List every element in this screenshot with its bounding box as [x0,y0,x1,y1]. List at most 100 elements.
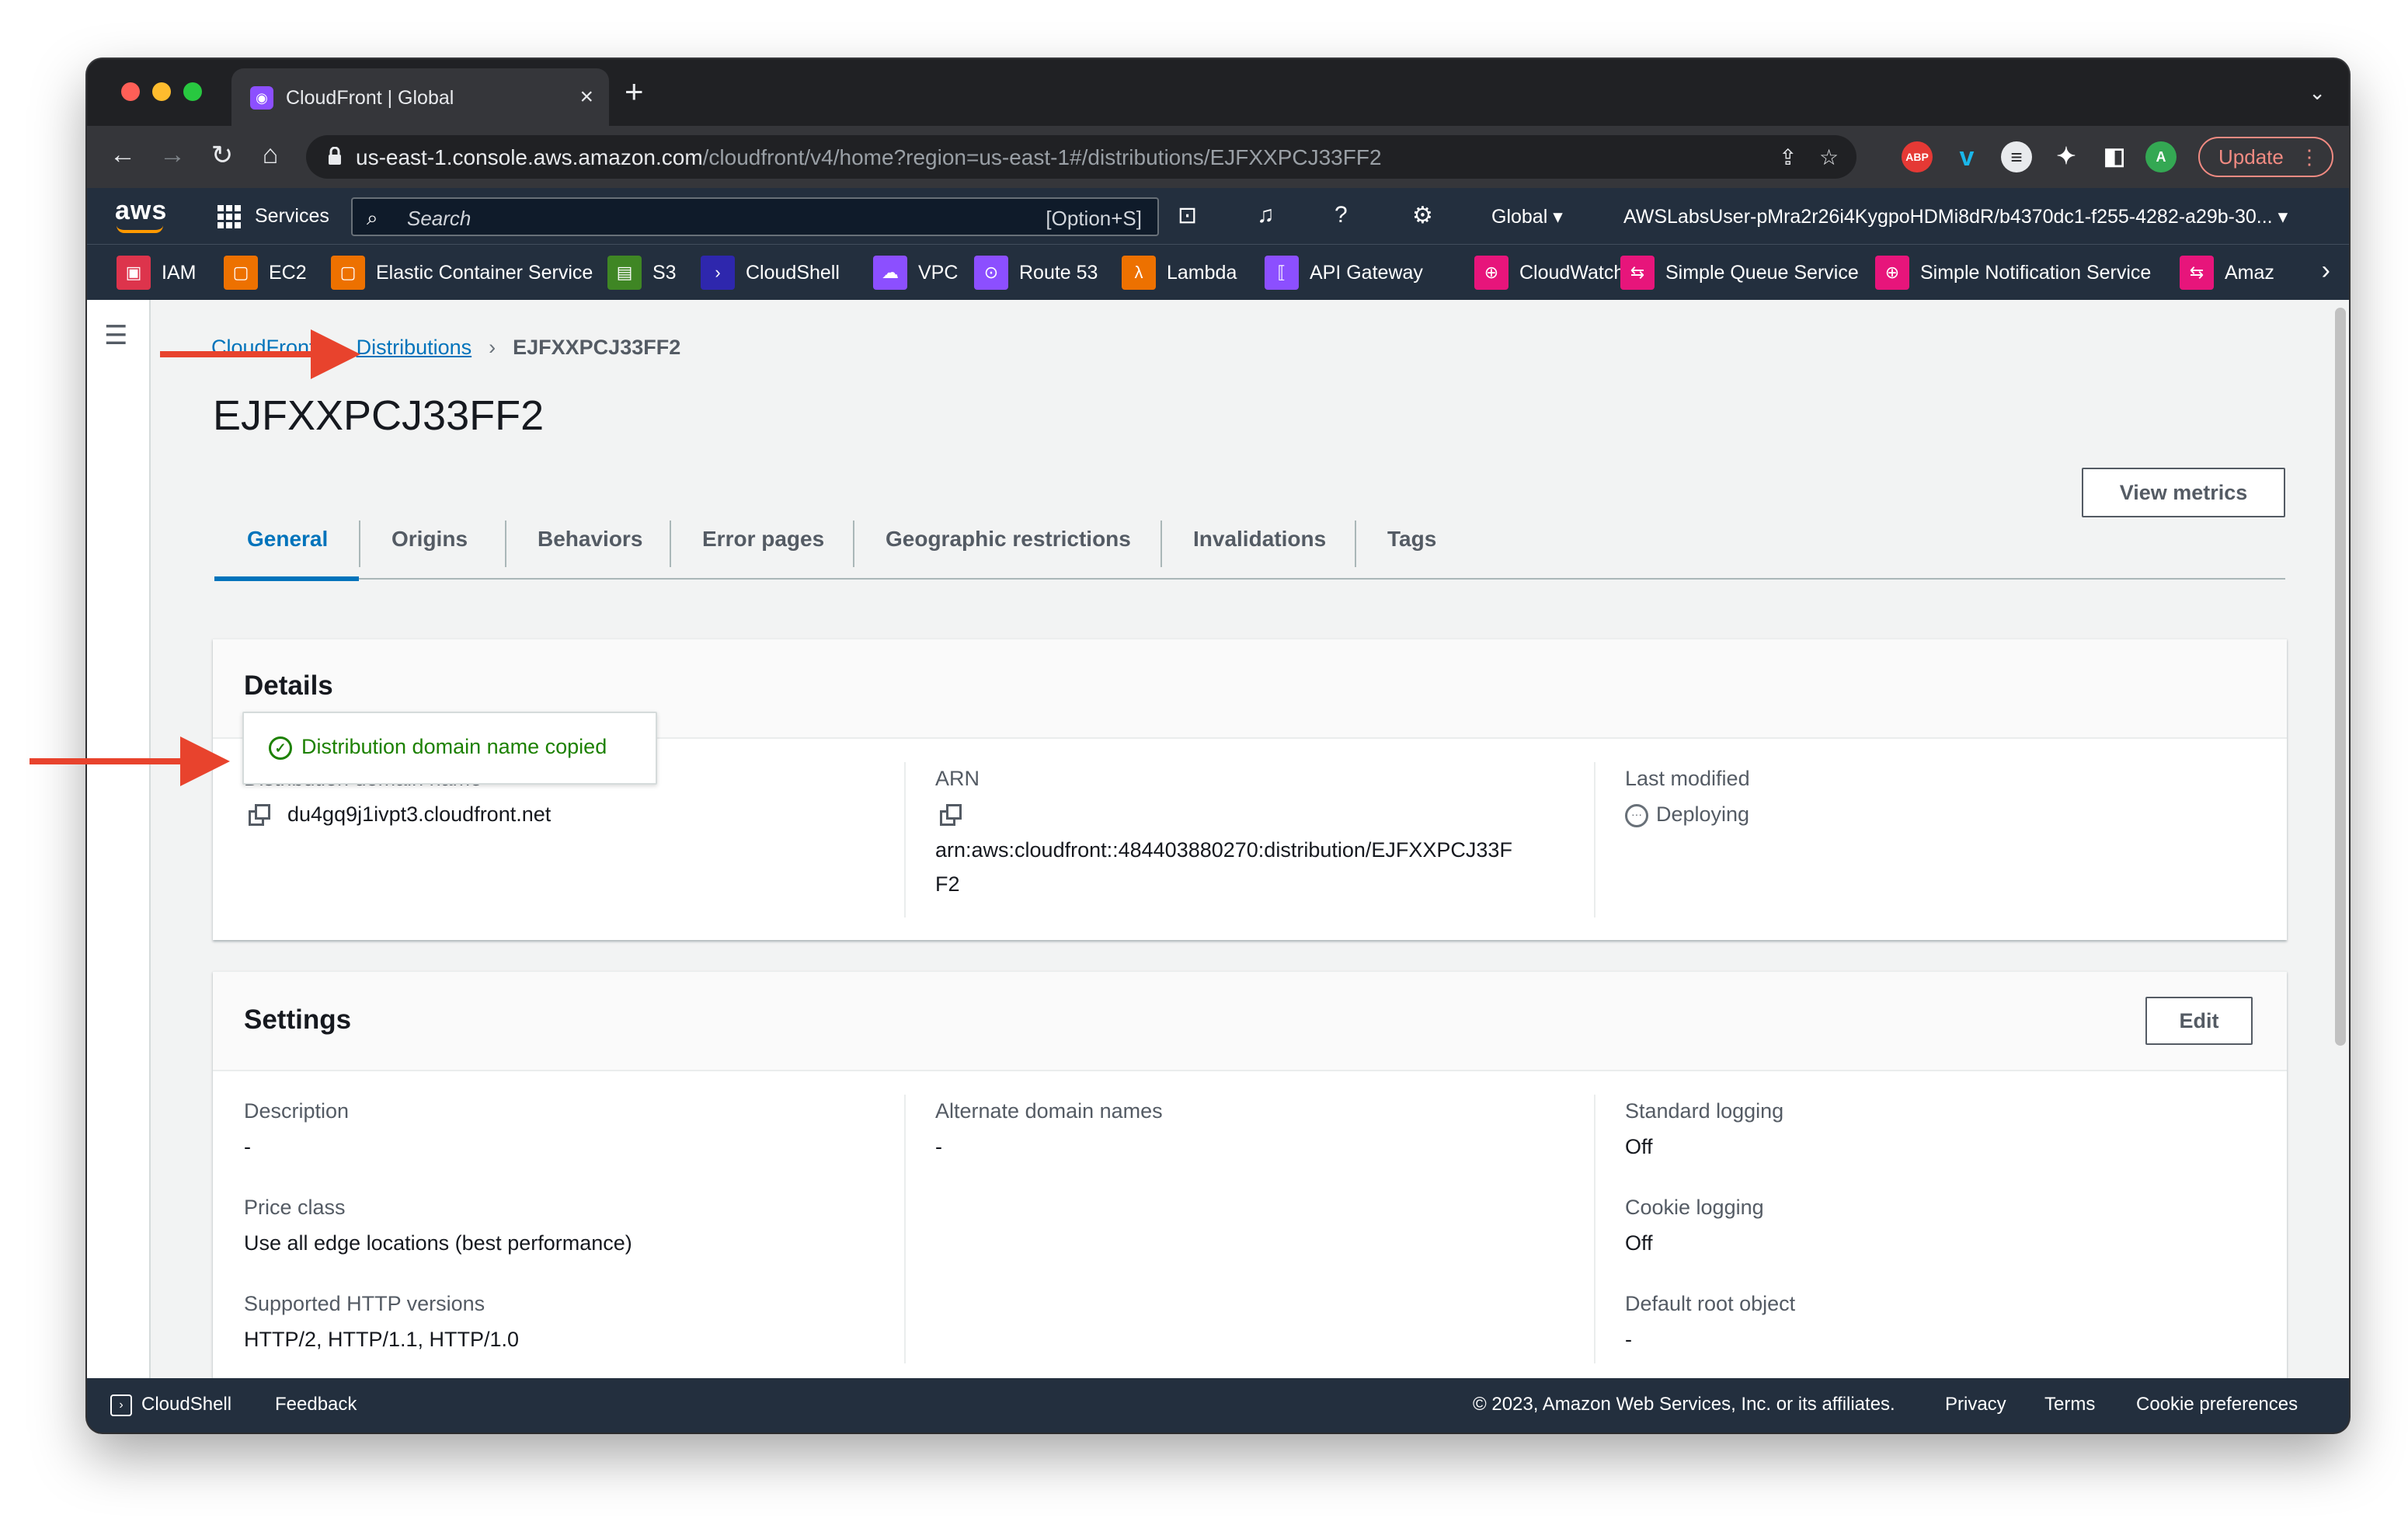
favorite-s3[interactable]: ▤ S3 [607,256,677,290]
favorite-route-53[interactable]: ⊙ Route 53 [974,256,1098,290]
favorite-label: Simple Queue Service [1665,261,1859,284]
breadcrumb-separator-icon: › [489,336,496,359]
default-root-label: Default root object [1625,1292,1796,1315]
menu-hamburger-icon[interactable]: ☰ [104,320,127,351]
help-icon[interactable]: ? [1334,202,1348,228]
window-close-button[interactable] [121,82,140,101]
edit-settings-button[interactable]: Edit [2145,997,2253,1045]
service-cloudwatch-icon: ⊕ [1474,256,1508,290]
alt-domains-value: - [935,1135,942,1158]
footer-cookie-preferences[interactable]: Cookie preferences [2136,1394,2298,1415]
favorite-label: Simple Notification Service [1920,261,2152,284]
favorite-cloudwatch[interactable]: ⊕ CloudWatch [1474,256,1624,290]
share-icon[interactable]: ⇪ [1779,144,1797,170]
adblock-extension-icon[interactable]: ABP [1902,141,1933,172]
favorite-label: Lambda [1167,261,1237,284]
tab-error-pages[interactable]: Error pages [702,527,824,552]
services-grid-icon[interactable] [217,205,241,228]
aws-logo[interactable]: aws [115,196,167,226]
page-scrollbar[interactable] [2335,308,2346,1046]
favorite-amaz[interactable]: ⇆ Amaz [2180,256,2274,290]
reload-icon[interactable]: ↻ [207,140,238,171]
notifications-bell-icon[interactable]: ♫ [1257,202,1275,228]
favorite-label: S3 [652,261,677,284]
tab-search-chevron-icon[interactable]: ⌄ [2309,81,2326,105]
favorites-bar: ▣ IAM ▢ EC2 ▢ Elastic Container Service ▤ S3 › Cl… [87,244,2349,300]
service-cloudshell-icon: › [701,256,735,290]
browser-toolbar: ← → ↻ ⌂ us-east-1.console.aws.amazon.com… [87,126,2349,188]
favorite-ec2[interactable]: ▢ EC2 [224,256,307,290]
standard-logging-value: Off [1625,1135,1653,1158]
tab-general[interactable]: General [247,527,328,552]
favorite-simple-queue-service[interactable]: ⇆ Simple Queue Service [1620,256,1859,290]
copy-arn-icon[interactable] [940,804,962,826]
arn-value-line-1: arn:aws:cloudfront::484403880270:distrib… [935,838,1512,862]
service-s3-icon: ▤ [607,256,642,290]
home-icon[interactable]: ⌂ [255,140,286,170]
copy-domain-icon[interactable] [249,804,270,826]
favorites-more-chevron-icon[interactable]: › [2322,256,2330,286]
favorite-cloudshell[interactable]: › CloudShell [701,256,840,290]
extensions-puzzle-icon[interactable]: ✦ [2051,141,2082,172]
favorite-vpc[interactable]: ☁ VPC [873,256,958,290]
window-minimize-button[interactable] [152,82,171,101]
account-menu[interactable]: AWSLabsUser-pMra2r26i4KygpoHDMi8dR/b4370… [1623,205,2288,228]
copied-message: Distribution domain name copied [301,735,607,758]
tab-geographic-restrictions[interactable]: Geographic restrictions [886,527,1131,552]
breadcrumb-distributions[interactable]: Distributions [357,336,472,359]
service-simple-queue-service-icon: ⇆ [1620,256,1655,290]
settings-panel: Settings Edit Description - Price class … [213,971,2287,1395]
back-arrow-icon[interactable]: ← [107,140,138,170]
address-bar[interactable]: us-east-1.console.aws.amazon.com/cloudfr… [306,135,1856,179]
sidepanel-icon[interactable]: ◧ [2099,141,2130,172]
footer-copyright: © 2023, Amazon Web Services, Inc. or its… [1473,1394,1895,1415]
default-root-value: - [1625,1328,1632,1351]
tab-tags[interactable]: Tags [1387,527,1436,552]
update-button[interactable]: Update ⋮ [2198,137,2333,177]
distribution-tabs: General Origins Behaviors Error pages Ge… [214,510,2285,581]
forward-arrow-icon[interactable]: → [157,140,188,170]
tab-close-icon[interactable]: × [579,84,593,110]
footer-terms[interactable]: Terms [2044,1394,2095,1415]
bookmark-star-icon[interactable]: ☆ [1819,144,1839,170]
service-vpc-icon: ☁ [873,256,907,290]
cloudshell-icon: › [110,1394,132,1416]
tab-strip: ◉ CloudFront | Global × + ⌄ [87,59,2349,126]
window-zoom-button[interactable] [183,82,202,101]
footer-cloudshell[interactable]: › CloudShell [110,1394,231,1416]
arn-value-line-2: F2 [935,872,960,896]
region-selector[interactable]: Global ▾ [1491,205,1563,228]
browser-window: ◉ CloudFront | Global × + ⌄ ← → ↻ ⌂ us-e… [87,59,2349,1433]
profile-avatar[interactable]: A [2145,141,2177,172]
domain-name-value: du4gq9j1ivpt3.cloudfront.net [287,803,552,826]
details-title: Details [244,670,333,701]
services-menu[interactable]: Services [255,205,329,228]
favorite-elastic-container-service[interactable]: ▢ Elastic Container Service [331,256,593,290]
console-search-input[interactable]: ⌕ Search [Option+S] [351,197,1159,236]
favorite-api-gateway[interactable]: ⟦ API Gateway [1265,256,1423,290]
arn-label: ARN [935,767,980,790]
lock-icon [329,147,341,165]
cloudshell-icon[interactable]: ⊡ [1178,202,1197,229]
settings-title: Settings [244,1005,352,1035]
footer-privacy[interactable]: Privacy [1945,1394,2006,1415]
settings-gear-icon[interactable]: ⚙ [1412,202,1433,229]
tab-invalidations[interactable]: Invalidations [1193,527,1326,552]
new-tab-icon[interactable]: + [625,75,644,108]
favorite-simple-notification-service[interactable]: ⊕ Simple Notification Service [1875,256,2151,290]
favorite-lambda[interactable]: λ Lambda [1122,256,1237,290]
browser-tab[interactable]: ◉ CloudFront | Global × [231,68,609,126]
list-extension-icon[interactable]: ≡ [2001,141,2032,172]
service-lambda-icon: λ [1122,256,1156,290]
active-tab-indicator [214,576,359,581]
aws-smile-logo-icon [117,225,163,233]
tab-title: CloudFront | Global [286,87,454,109]
favorite-label: IAM [162,261,197,284]
tab-behaviors[interactable]: Behaviors [538,527,642,552]
favorite-iam[interactable]: ▣ IAM [117,256,196,290]
vimeo-extension-icon[interactable]: v [1951,141,1982,172]
footer-feedback[interactable]: Feedback [275,1394,357,1415]
deploying-status: ··· Deploying [1625,803,1749,827]
service-amaz-icon: ⇆ [2180,256,2214,290]
tab-origins[interactable]: Origins [391,527,468,552]
